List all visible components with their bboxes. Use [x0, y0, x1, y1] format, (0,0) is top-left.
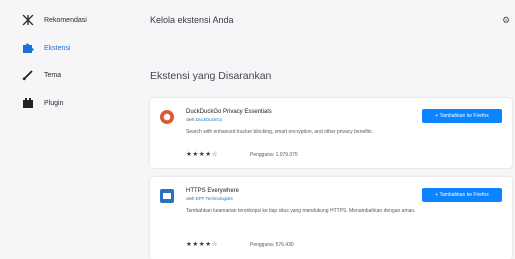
https-everywhere-icon — [160, 189, 174, 203]
author-link[interactable]: DuckDuckGo — [196, 117, 223, 122]
sidebar-item-plugins[interactable]: Plugin — [22, 94, 63, 112]
add-to-firefox-button[interactable]: + Tambahkan ke Firefox — [422, 188, 502, 202]
extension-name[interactable]: DuckDuckGo Privacy Essentials — [186, 109, 272, 115]
gear-icon[interactable]: ⚙ — [502, 15, 510, 26]
author-link[interactable]: EFF Technologists — [196, 196, 233, 201]
sidebar-item-label: Plugin — [44, 99, 64, 107]
sidebar-item-recommendations[interactable]: Rekomendasi — [22, 11, 87, 29]
extension-author: oleh DuckDuckGo — [186, 117, 222, 122]
user-count: Pengguna: 1.079.075 — [250, 152, 298, 158]
extension-card: HTTPS Everywhere oleh EFF Technologists … — [150, 177, 512, 259]
sidebar-item-label: Tema — [44, 71, 62, 79]
author-prefix: oleh — [186, 117, 195, 122]
brush-icon — [22, 69, 34, 81]
sidebar: Rekomendasi Ekstensi Tema Plugin — [0, 0, 150, 259]
sidebar-item-label: Rekomendasi — [44, 16, 87, 24]
extension-description: Tambahkan keamanan terenkripsi ke tiap s… — [186, 208, 416, 214]
sidebar-item-extensions[interactable]: Ekstensi — [22, 39, 70, 57]
extension-name[interactable]: HTTPS Everywhere — [186, 188, 239, 194]
add-to-firefox-button[interactable]: + Tambahkan ke Firefox — [422, 109, 502, 123]
author-prefix: oleh — [186, 196, 195, 201]
sidebar-item-themes[interactable]: Tema — [22, 66, 61, 84]
extension-author: oleh EFF Technologists — [186, 196, 233, 201]
user-count: Pengguna: 576.430 — [250, 242, 294, 248]
plugin-block-icon — [22, 97, 34, 109]
extension-card: DuckDuckGo Privacy Essentials oleh DuckD… — [150, 98, 512, 168]
puzzle-icon — [22, 42, 34, 54]
page-title: Kelola ekstensi Anda — [150, 15, 234, 25]
rating-stars: ★★★★☆ — [186, 241, 219, 248]
sparkle-icon — [22, 14, 34, 26]
duckduckgo-icon — [160, 110, 174, 124]
sidebar-item-label: Ekstensi — [44, 44, 71, 52]
section-title: Ekstensi yang Disarankan — [150, 70, 272, 82]
extension-description: Search with enhanced tracker blocking, s… — [186, 129, 374, 135]
rating-stars: ★★★★☆ — [186, 151, 219, 158]
